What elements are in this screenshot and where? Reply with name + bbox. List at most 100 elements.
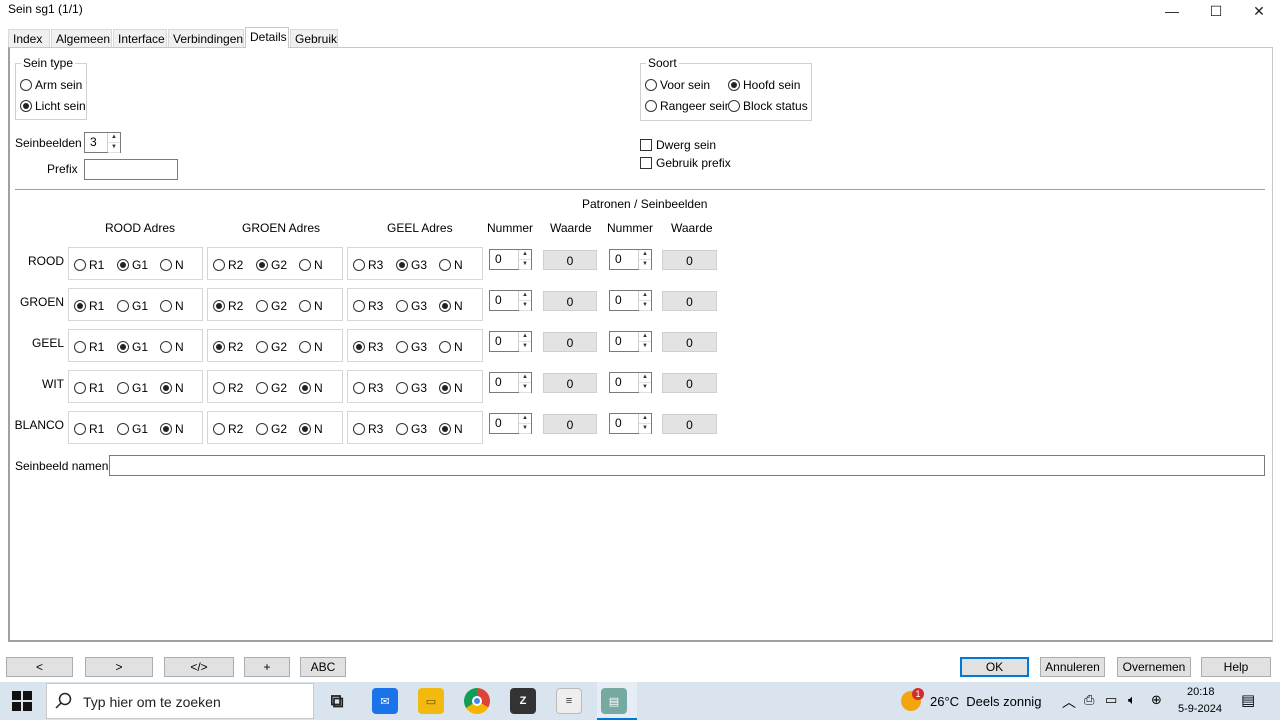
help-button[interactable]: Help — [1201, 657, 1271, 677]
chevron-up-icon[interactable]: ︿ — [1062, 692, 1076, 712]
clock-time[interactable]: 20:18 — [1187, 686, 1215, 698]
rood-adres-radio-r1[interactable]: R1 — [74, 422, 104, 436]
tab-details[interactable]: Details — [245, 27, 289, 48]
ok-button[interactable]: OK — [960, 657, 1029, 677]
geel-adres-radio-g3[interactable]: G3 — [396, 381, 427, 395]
rood-adres-radio-r1[interactable]: R1 — [74, 299, 104, 313]
weather-text[interactable]: 26°C Deels zonnig — [930, 694, 1041, 709]
spin-down-icon[interactable]: ▼ — [639, 383, 651, 393]
spin-down-icon[interactable]: ▼ — [519, 342, 531, 352]
groen-adres-radio-r2[interactable]: R2 — [213, 258, 243, 272]
spin-up-icon[interactable]: ▲ — [639, 373, 651, 383]
groen-adres-radio-g2[interactable]: G2 — [256, 258, 287, 272]
rood-adres-radio-g1[interactable]: G1 — [117, 422, 148, 436]
voor-sein-radio[interactable]: Voor sein — [645, 78, 710, 92]
rood-adres-radio-g1[interactable]: G1 — [117, 299, 148, 313]
rood-adres-radio-g1[interactable]: G1 — [117, 258, 148, 272]
groen-adres-radio-r2[interactable]: R2 — [213, 299, 243, 313]
file-explorer-icon[interactable]: ▭ — [418, 688, 444, 714]
geel-adres-radio-n[interactable]: N — [439, 381, 463, 395]
prev-button[interactable]: < — [6, 657, 73, 677]
spin-up-icon[interactable]: ▲ — [519, 414, 531, 424]
geel-adres-radio-g3[interactable]: G3 — [396, 299, 427, 313]
geel-adres-radio-r3[interactable]: R3 — [353, 381, 383, 395]
nummer1-stepper[interactable]: 0 ▲ ▼ — [489, 331, 532, 352]
block-status-radio[interactable]: Block status — [728, 99, 808, 113]
rood-adres-radio-r1[interactable]: R1 — [74, 381, 104, 395]
spin-up-icon[interactable]: ▲ — [519, 332, 531, 342]
spin-down-icon[interactable]: ▼ — [639, 260, 651, 270]
groen-adres-radio-n[interactable]: N — [299, 299, 323, 313]
tab-index[interactable]: Index — [8, 29, 50, 47]
nummer1-stepper[interactable]: 0 ▲ ▼ — [489, 372, 532, 393]
nummer2-stepper[interactable]: 0 ▲ ▼ — [609, 372, 652, 393]
tab-gebruik[interactable]: Gebruik — [290, 29, 338, 47]
abc-button[interactable]: ABC — [300, 657, 346, 677]
groen-adres-radio-r2[interactable]: R2 — [213, 340, 243, 354]
nummer2-stepper[interactable]: 0 ▲ ▼ — [609, 331, 652, 352]
seinbeelden-stepper[interactable]: 3 ▲ ▼ — [84, 132, 121, 153]
geel-adres-radio-n[interactable]: N — [439, 422, 463, 436]
overnemen-button[interactable]: Overnemen — [1117, 657, 1191, 677]
dwerg-sein-checkbox[interactable]: Dwerg sein — [640, 138, 716, 152]
spin-down-icon[interactable]: ▼ — [519, 424, 531, 434]
minimize-button[interactable]: — — [1150, 0, 1194, 22]
tab-verbindingen[interactable]: Verbindingen — [168, 29, 244, 47]
spin-down-icon[interactable]: ▼ — [108, 143, 120, 153]
tab-interface[interactable]: Interface — [113, 29, 167, 47]
volume-icon[interactable]: 🔈︎ — [1128, 692, 1136, 708]
geel-adres-radio-g3[interactable]: G3 — [396, 258, 427, 272]
geel-adres-radio-g3[interactable]: G3 — [396, 422, 427, 436]
chrome-icon[interactable] — [464, 688, 490, 714]
language-icon[interactable]: ⊕ — [1151, 692, 1162, 708]
groen-adres-radio-n[interactable]: N — [299, 422, 323, 436]
clock-date[interactable]: 5-9-2024 — [1178, 703, 1222, 715]
annuleren-button[interactable]: Annuleren — [1040, 657, 1105, 677]
nummer2-stepper[interactable]: 0 ▲ ▼ — [609, 290, 652, 311]
close-button[interactable]: ✕ — [1237, 0, 1280, 22]
spin-up-icon[interactable]: ▲ — [108, 133, 120, 143]
rood-adres-radio-n[interactable]: N — [160, 258, 184, 272]
groen-adres-radio-n[interactable]: N — [299, 381, 323, 395]
network-icon[interactable]: ⎙ — [1084, 692, 1094, 708]
geel-adres-radio-n[interactable]: N — [439, 258, 463, 272]
nummer1-stepper[interactable]: 0 ▲ ▼ — [489, 249, 532, 270]
nummer2-stepper[interactable]: 0 ▲ ▼ — [609, 249, 652, 270]
spin-up-icon[interactable]: ▲ — [639, 414, 651, 424]
maximize-button[interactable]: ☐ — [1194, 0, 1238, 22]
add-button[interactable]: + — [244, 657, 290, 677]
rood-adres-radio-r1[interactable]: R1 — [74, 340, 104, 354]
groen-adres-radio-n[interactable]: N — [299, 340, 323, 354]
spin-down-icon[interactable]: ▼ — [519, 383, 531, 393]
windows-start-icon[interactable] — [12, 691, 32, 711]
tab-algemeen[interactable]: Algemeen — [51, 29, 112, 47]
z21-app-icon[interactable]: Z — [510, 688, 536, 714]
groen-adres-radio-n[interactable]: N — [299, 258, 323, 272]
groen-adres-radio-g2[interactable]: G2 — [256, 299, 287, 313]
rangeer-sein-radio[interactable]: Rangeer sein — [645, 99, 731, 113]
rood-adres-radio-n[interactable]: N — [160, 381, 184, 395]
groen-adres-radio-r2[interactable]: R2 — [213, 381, 243, 395]
code-button[interactable]: </> — [164, 657, 234, 677]
groen-adres-radio-r2[interactable]: R2 — [213, 422, 243, 436]
rood-adres-radio-r1[interactable]: R1 — [74, 258, 104, 272]
spin-up-icon[interactable]: ▲ — [639, 250, 651, 260]
hoofd-sein-radio[interactable]: Hoofd sein — [728, 78, 800, 92]
rood-adres-radio-g1[interactable]: G1 — [117, 381, 148, 395]
geel-adres-radio-r3[interactable]: R3 — [353, 258, 383, 272]
rood-adres-radio-n[interactable]: N — [160, 299, 184, 313]
spin-up-icon[interactable]: ▲ — [519, 250, 531, 260]
rood-adres-radio-g1[interactable]: G1 — [117, 340, 148, 354]
spin-down-icon[interactable]: ▼ — [639, 424, 651, 434]
groen-adres-radio-g2[interactable]: G2 — [256, 422, 287, 436]
spin-up-icon[interactable]: ▲ — [639, 291, 651, 301]
seinbeeld-namen-input[interactable] — [109, 455, 1265, 476]
rood-adres-radio-n[interactable]: N — [160, 340, 184, 354]
geel-adres-radio-n[interactable]: N — [439, 299, 463, 313]
prefix-input[interactable] — [84, 159, 178, 180]
nummer1-stepper[interactable]: 0 ▲ ▼ — [489, 290, 532, 311]
task-view-icon[interactable]: ⧉ — [324, 688, 350, 714]
spin-down-icon[interactable]: ▼ — [519, 260, 531, 270]
geel-adres-radio-r3[interactable]: R3 — [353, 299, 383, 313]
mail-icon[interactable]: ✉ — [372, 688, 398, 714]
